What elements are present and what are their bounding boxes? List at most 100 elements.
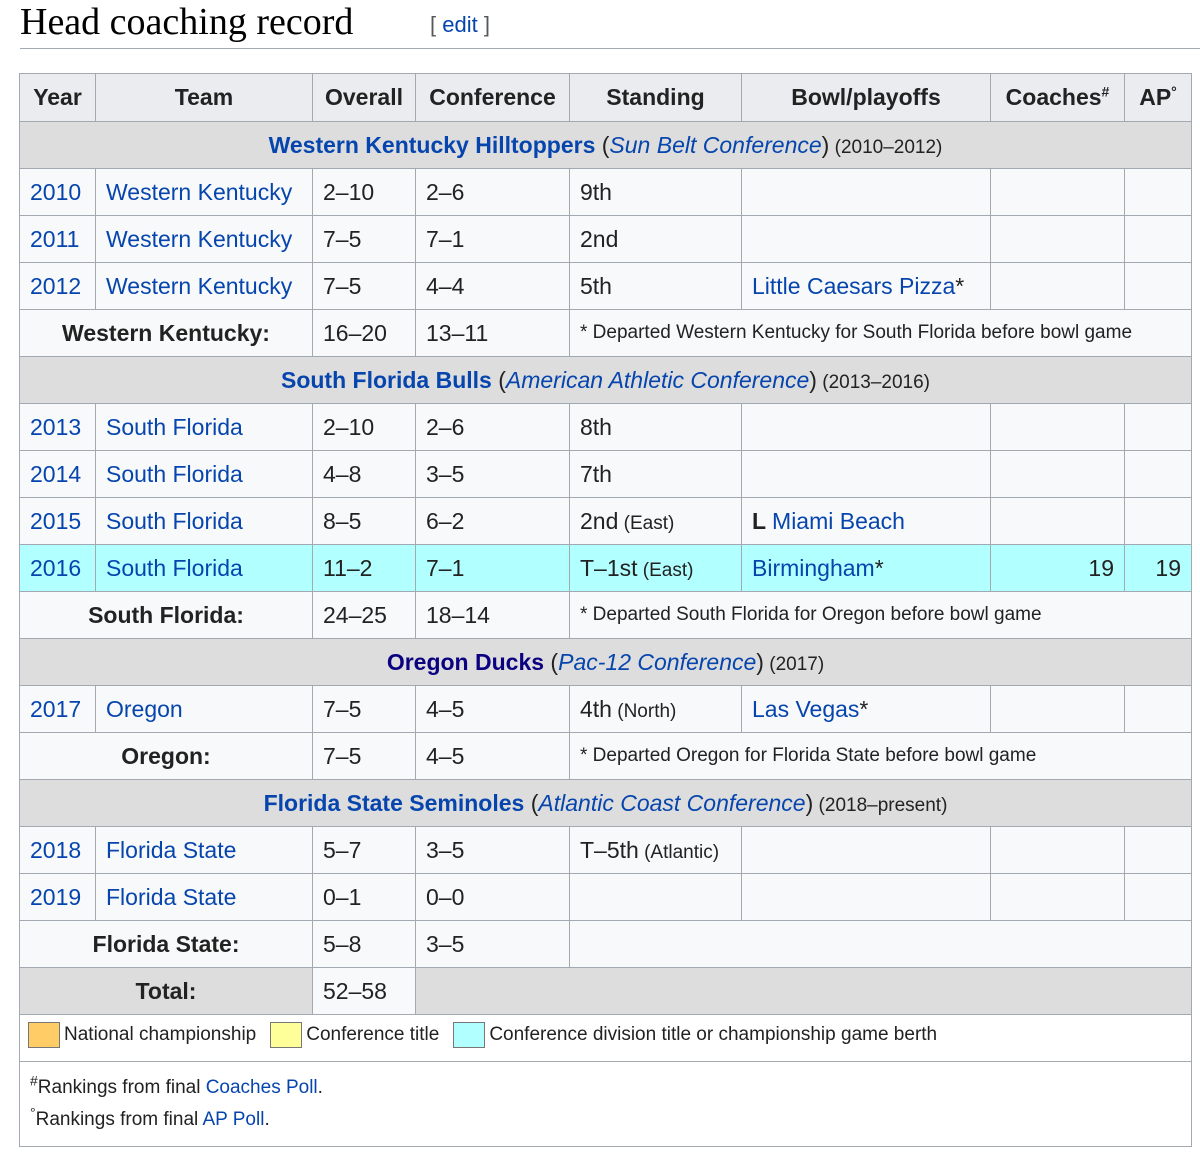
conference-link[interactable]: American Athletic Conference	[506, 367, 809, 393]
header-row: Year Team Overall Conference Standing Bo…	[19, 73, 1192, 122]
ap-rank	[1124, 826, 1192, 874]
footnotes-cell: #Rankings from final Coaches Poll. °Rank…	[19, 1061, 1192, 1147]
conference-cell: 6–2	[415, 497, 570, 545]
bowl-mark: *	[874, 554, 884, 581]
legend-item: Conference title	[270, 1022, 439, 1048]
team-cell: Western Kentucky	[95, 215, 313, 263]
col-ap[interactable]: AP°	[1124, 73, 1192, 122]
season-row: 2018 Florida State 5–7 3–5 T–5th (Atlantic)	[19, 826, 1192, 874]
bowl-cell: L Miami Beach	[741, 497, 991, 545]
legend-label: National championship	[64, 1024, 257, 1045]
note-text: Departed South Florida for Oregon before…	[587, 604, 1042, 625]
team-season-link[interactable]: South Florida Bulls	[281, 367, 492, 393]
team-link[interactable]: South Florida	[106, 555, 243, 581]
ap-poll-link[interactable]: AP Poll	[202, 1109, 264, 1130]
subtotal-conference: 13–11	[415, 309, 570, 357]
year-link[interactable]: 2016	[30, 555, 81, 581]
subtotal-conference: 18–14	[415, 591, 570, 639]
section-header: Oregon Ducks (Pac-12 Conference) (2017)	[19, 638, 1192, 686]
col-standing[interactable]: Standing	[569, 73, 742, 122]
overall-cell: 2–10	[312, 168, 416, 216]
col-team[interactable]: Team	[95, 73, 313, 122]
ap-rank	[1124, 497, 1192, 545]
total-overall: 52–58	[312, 967, 416, 1015]
subtotal-overall: 5–8	[312, 920, 416, 968]
paren-open: (	[524, 789, 539, 816]
coaches-rank	[990, 403, 1125, 451]
team-season-link[interactable]: Florida State Seminoles	[264, 790, 525, 816]
legend-item: Conference division title or championshi…	[453, 1022, 937, 1048]
year-link[interactable]: 2018	[30, 837, 81, 863]
standing-cell: 9th	[569, 168, 742, 216]
team-link[interactable]: Western Kentucky	[106, 226, 292, 252]
overall-cell: 11–2	[312, 544, 416, 592]
year-link[interactable]: 2014	[30, 461, 81, 487]
standing-cell: T–1st (East)	[569, 544, 742, 592]
col-year[interactable]: Year	[19, 73, 96, 122]
year-link[interactable]: 2017	[30, 696, 81, 722]
legend-swatch	[28, 1022, 60, 1048]
year-cell: 2016	[19, 544, 96, 592]
col-overall[interactable]: Overall	[312, 73, 416, 122]
col-coaches[interactable]: Coaches#	[990, 73, 1125, 122]
team-link[interactable]: Western Kentucky	[106, 179, 292, 205]
year-cell: 2014	[19, 450, 96, 498]
team-link[interactable]: Western Kentucky	[106, 273, 292, 299]
bowl-link[interactable]: Miami Beach	[772, 508, 905, 534]
ap-rank: 19	[1124, 544, 1192, 592]
team-season-link[interactable]: Western Kentucky Hilltoppers	[269, 132, 596, 158]
standing-cell: 5th	[569, 262, 742, 310]
year-link[interactable]: 2011	[30, 226, 79, 252]
edit-link[interactable]: edit	[442, 12, 477, 37]
overall-cell: 5–7	[312, 826, 416, 874]
year-link[interactable]: 2015	[30, 508, 81, 534]
team-cell: Florida State	[95, 826, 313, 874]
year-link[interactable]: 2010	[30, 179, 81, 205]
standing-value: 2nd	[580, 225, 619, 252]
ap-rank	[1124, 168, 1192, 216]
col-bowl[interactable]: Bowl/playoffs	[741, 73, 991, 122]
ap-rank	[1124, 685, 1192, 733]
standing-value: 7th	[580, 460, 612, 487]
team-link[interactable]: South Florida	[106, 414, 243, 440]
overall-cell: 7–5	[312, 262, 416, 310]
subtotal-note: * Departed Western Kentucky for South Fl…	[569, 309, 1192, 357]
team-link[interactable]: Florida State	[106, 837, 236, 863]
bowl-link[interactable]: Birmingham	[752, 555, 875, 581]
col-conference[interactable]: Conference	[415, 73, 570, 122]
team-link[interactable]: Florida State	[106, 884, 236, 910]
team-cell: South Florida	[95, 403, 313, 451]
team-season-link[interactable]: Oregon Ducks	[387, 649, 544, 675]
subtotal-overall: 24–25	[312, 591, 416, 639]
footnote-end: .	[317, 1077, 323, 1098]
bowl-mark: *	[859, 695, 869, 722]
team-link[interactable]: South Florida	[106, 508, 243, 534]
year-link[interactable]: 2019	[30, 884, 81, 910]
bowl-link[interactable]: Little Caesars Pizza	[752, 273, 955, 299]
year-cell: 2010	[19, 168, 96, 216]
standing-value: 8th	[580, 413, 612, 440]
team-link[interactable]: Oregon	[106, 696, 183, 722]
subtotal-label: Oregon:	[19, 732, 313, 780]
season-row: 2013 South Florida 2–10 2–6 8th	[19, 403, 1192, 451]
conference-link[interactable]: Atlantic Coast Conference	[538, 790, 805, 816]
standing-cell: 7th	[569, 450, 742, 498]
note-text: Departed Oregon for Florida State before…	[587, 745, 1037, 766]
note-text: Departed Western Kentucky for South Flor…	[587, 322, 1133, 343]
coaches-poll-link[interactable]: Coaches Poll	[206, 1077, 318, 1098]
year-link[interactable]: 2013	[30, 414, 81, 440]
season-row: 2017 Oregon 7–5 4–5 4th (North) Las Vegas*	[19, 685, 1192, 733]
coaches-rank	[990, 685, 1125, 733]
section-years: (2013–2016)	[816, 371, 931, 393]
bowl-link[interactable]: Las Vegas	[752, 696, 859, 722]
standing-cell: 2nd (East)	[569, 497, 742, 545]
team-link[interactable]: South Florida	[106, 461, 243, 487]
bowl-cell	[741, 826, 991, 874]
conference-link[interactable]: Pac-12 Conference	[558, 649, 756, 675]
conference-cell: 4–4	[415, 262, 570, 310]
conference-link[interactable]: Sun Belt Conference	[609, 132, 821, 158]
year-link[interactable]: 2012	[30, 273, 81, 299]
standing-cell: T–5th (Atlantic)	[569, 826, 742, 874]
section-years: (2010–2012)	[829, 136, 943, 158]
total-label: Total:	[19, 967, 313, 1015]
